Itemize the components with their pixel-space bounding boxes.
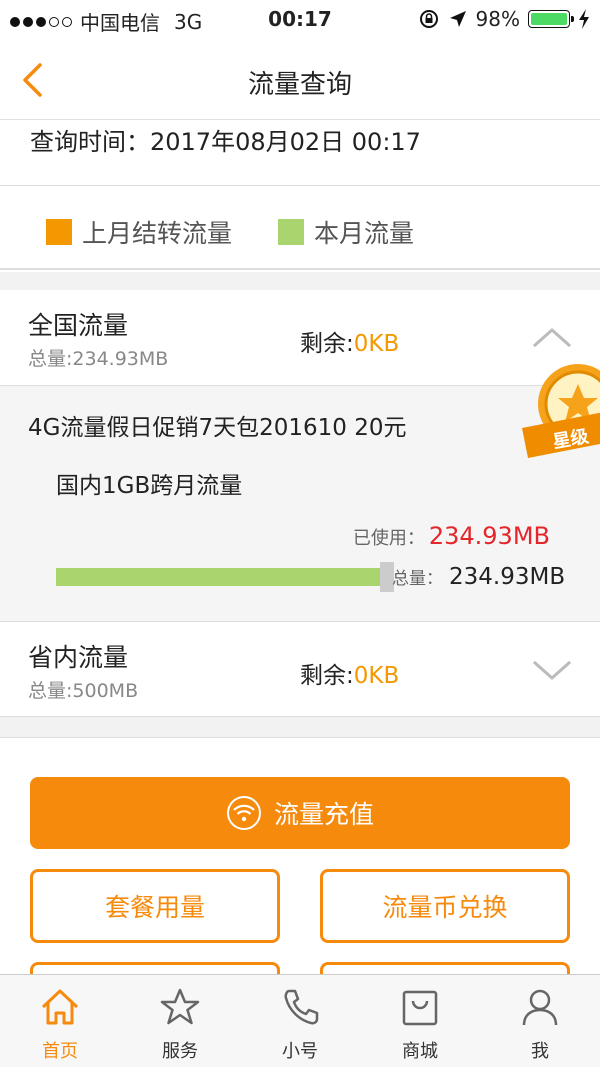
recharge-label: 流量充值 [273, 800, 374, 829]
phone-icon [284, 989, 319, 1025]
wifi-icon [226, 796, 261, 830]
recharge-button[interactable]: 流量充值 [30, 777, 570, 849]
section-total: 总量:500MB [28, 680, 139, 702]
tab-label: 小号 [282, 1041, 318, 1062]
tab-home[interactable]: 首页 [0, 975, 120, 1067]
location-arrow-icon [449, 11, 466, 27]
national-data-section[interactable]: 全国流量 总量:234.93MB 剩余:0KB [0, 290, 600, 385]
section-total: 总量:234.93MB [28, 348, 169, 370]
rotation-lock-icon [419, 10, 438, 28]
home-icon [41, 989, 79, 1025]
legend-swatch-green [278, 219, 304, 245]
tab-label: 服务 [162, 1041, 198, 1062]
tab-label: 首页 [42, 1041, 78, 1062]
tab-label: 商城 [402, 1041, 438, 1062]
tab-service[interactable]: 服务 [120, 975, 240, 1067]
plan-usage-button[interactable]: 套餐用量 [30, 869, 280, 943]
usage-progress-bar [56, 568, 388, 586]
total-amount: 总量： 234.93MB [392, 564, 566, 590]
battery-icon [528, 10, 574, 28]
chevron-up-icon[interactable] [532, 326, 572, 350]
tab-secondary-number[interactable]: 小号 [240, 975, 360, 1067]
tab-mall[interactable]: 商城 [360, 975, 480, 1067]
bottom-tab-bar: 首页 服务 小号 商城 我 [0, 974, 600, 1067]
tab-me[interactable]: 我 [480, 975, 600, 1067]
legend-swatch-orange [46, 219, 72, 245]
page-title: 流量查询 [247, 70, 352, 100]
chevron-down-icon[interactable] [532, 658, 572, 682]
section-name: 省内流量 [28, 643, 129, 672]
package-sub-item: 国内1GB跨月流量 [56, 473, 243, 499]
province-data-section[interactable]: 省内流量 总量:500MB 剩余:0KB [0, 621, 600, 716]
package-name: 4G流量假日促销7天包201610 20元 [28, 415, 407, 441]
section-name: 全国流量 [28, 311, 129, 340]
legend-item-monthly: 本月流量 [278, 214, 414, 250]
legend-label: 上月结转流量 [82, 219, 233, 248]
section-gap [0, 716, 600, 738]
battery-percent: 98% [475, 7, 520, 31]
status-bar: 中国电信 3G 00:17 98% [0, 0, 600, 40]
star-level-badge[interactable]: 星级 [520, 358, 600, 466]
legend-item-carryover: 上月结转流量 [46, 214, 232, 250]
used-amount: 已使用： 234.93MB [352, 522, 550, 550]
section-gap [0, 272, 600, 290]
nav-bar: 流量查询 [0, 40, 600, 120]
query-time-value: 2017年08月02日 00:17 [150, 128, 421, 156]
legend-label: 本月流量 [314, 219, 415, 248]
query-time: 查询时间：2017年08月02日 00:17 [0, 120, 600, 186]
section-remaining: 剩余:0KB [300, 663, 400, 689]
charging-bolt-icon [579, 9, 589, 29]
star-icon [160, 988, 200, 1025]
coin-exchange-button[interactable]: 流量币兑换 [320, 869, 570, 943]
legend: 上月结转流量 本月流量 [0, 186, 600, 270]
package-detail-panel: 4G流量假日促销7天包201610 20元 国内1GB跨月流量 已使用： 234.… [0, 385, 600, 621]
section-remaining: 剩余:0KB [300, 331, 400, 357]
shopping-bag-icon [402, 990, 438, 1026]
user-icon [522, 989, 558, 1026]
tab-label: 我 [531, 1041, 549, 1062]
query-time-label: 查询时间： [30, 128, 150, 156]
